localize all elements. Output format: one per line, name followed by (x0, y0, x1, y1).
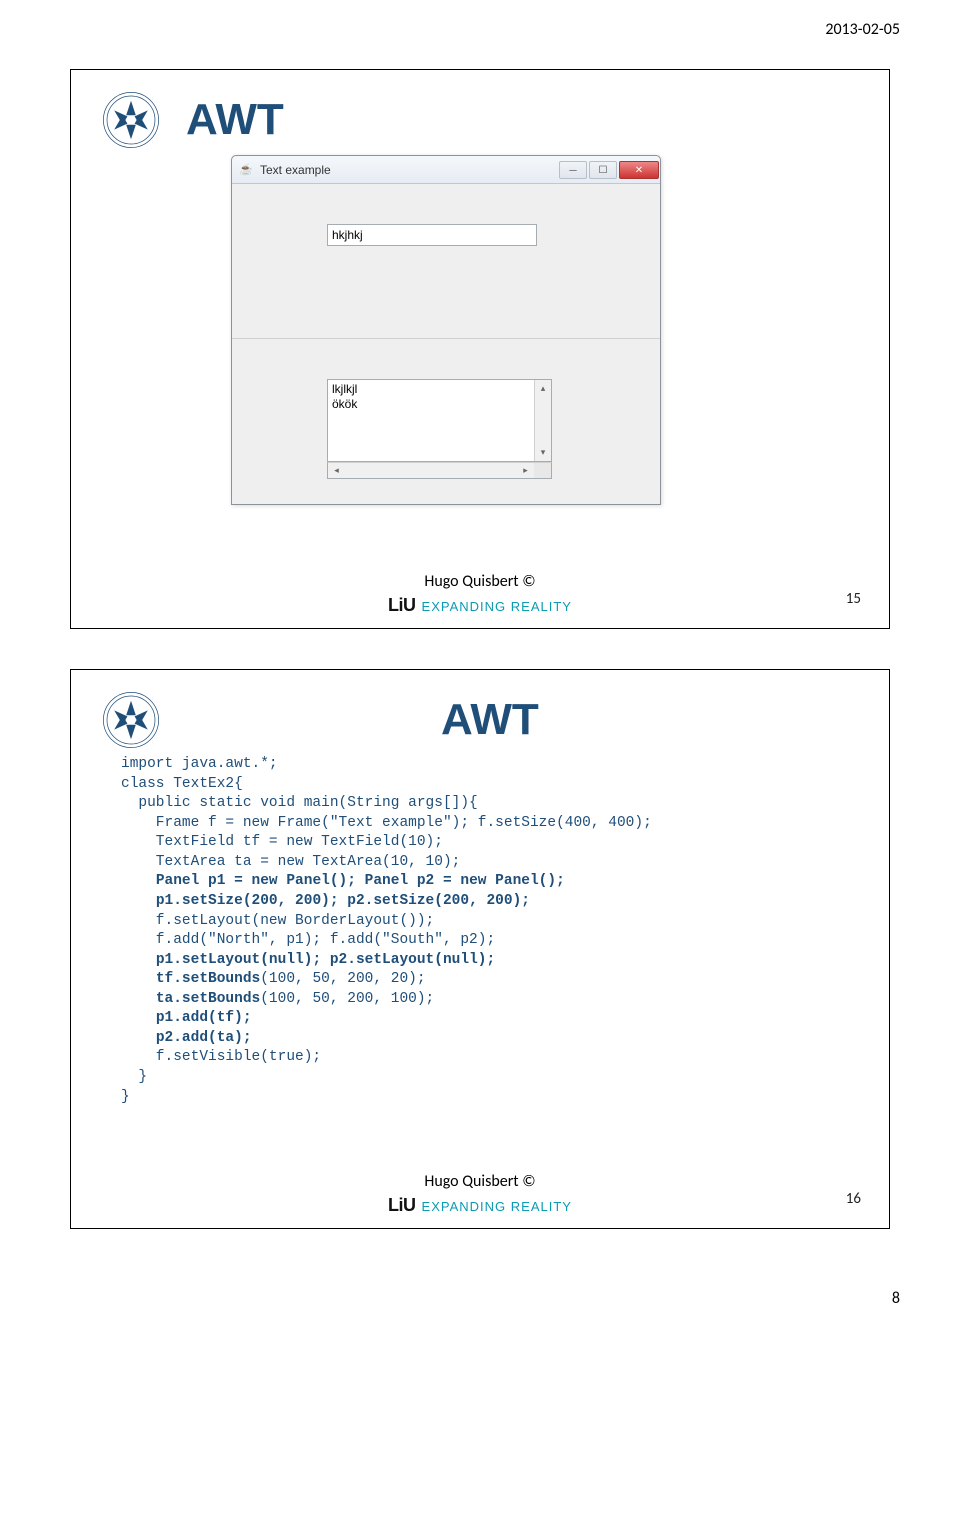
maximize-button[interactable]: ☐ (589, 161, 617, 179)
slide-1-title: AWT (186, 95, 859, 145)
title-bar: ☕ Text example — ☐ ✕ (232, 156, 660, 184)
brand: LiU EXPANDING REALITY (71, 1195, 889, 1216)
textarea-wrapper: lkjlkjl ökök ▴ ▾ ◂ ▸ (327, 379, 552, 479)
horizontal-scrollbar[interactable]: ◂ ▸ (327, 462, 552, 479)
slide-2: AWT import java.awt.*; class TextEx2{ pu… (70, 669, 890, 1229)
scroll-corner (534, 463, 551, 478)
slide-1-footer: Hugo Quisbert © LiU EXPANDING REALITY (71, 572, 889, 616)
java-icon: ☕ (238, 162, 254, 178)
author: Hugo Quisbert © (71, 1172, 889, 1191)
brand-name: LiU (388, 595, 416, 615)
slide-2-title: AWT (441, 695, 859, 745)
awt-window: ☕ Text example — ☐ ✕ lkjlkjl ökök (231, 155, 661, 505)
close-button[interactable]: ✕ (619, 161, 659, 179)
textarea[interactable]: lkjlkjl ökök (328, 380, 534, 461)
brand-tag: EXPANDING REALITY (422, 599, 572, 614)
minimize-button[interactable]: — (559, 161, 587, 179)
textarea-box: lkjlkjl ökök ▴ ▾ (327, 379, 552, 462)
brand: LiU EXPANDING REALITY (71, 595, 889, 616)
scroll-down-icon[interactable]: ▾ (535, 444, 551, 461)
vertical-scrollbar[interactable]: ▴ ▾ (534, 380, 551, 461)
page-date: 2013-02-05 (0, 0, 960, 49)
scroll-up-icon[interactable]: ▴ (535, 380, 551, 397)
page-number: 8 (0, 1269, 960, 1338)
slide-2-container: AWT import java.awt.*; class TextEx2{ pu… (70, 669, 890, 1229)
scroll-right-icon[interactable]: ▸ (517, 463, 534, 478)
panel-north (232, 184, 660, 339)
brand-tag: EXPANDING REALITY (422, 1199, 572, 1214)
textfield[interactable] (327, 224, 537, 246)
slide-1-container: AWT ☕ Text example — ☐ ✕ lkjlkjl (70, 69, 890, 629)
brand-name: LiU (388, 1195, 416, 1215)
slide-1-number: 15 (846, 590, 861, 608)
awt-body: lkjlkjl ökök ▴ ▾ ◂ ▸ (232, 184, 660, 504)
slide-2-number: 16 (846, 1190, 861, 1208)
scroll-left-icon[interactable]: ◂ (328, 463, 345, 478)
university-logo (101, 90, 161, 150)
window-buttons: — ☐ ✕ (558, 161, 660, 179)
window-title: Text example (260, 163, 558, 177)
slide-1: AWT ☕ Text example — ☐ ✕ lkjlkjl (70, 69, 890, 629)
university-logo (101, 690, 161, 750)
slide-2-footer: Hugo Quisbert © LiU EXPANDING REALITY (71, 1172, 889, 1216)
code-block: import java.awt.*; class TextEx2{ public… (121, 755, 859, 1107)
panel-south: lkjlkjl ökök ▴ ▾ ◂ ▸ (232, 339, 660, 504)
author: Hugo Quisbert © (71, 572, 889, 591)
